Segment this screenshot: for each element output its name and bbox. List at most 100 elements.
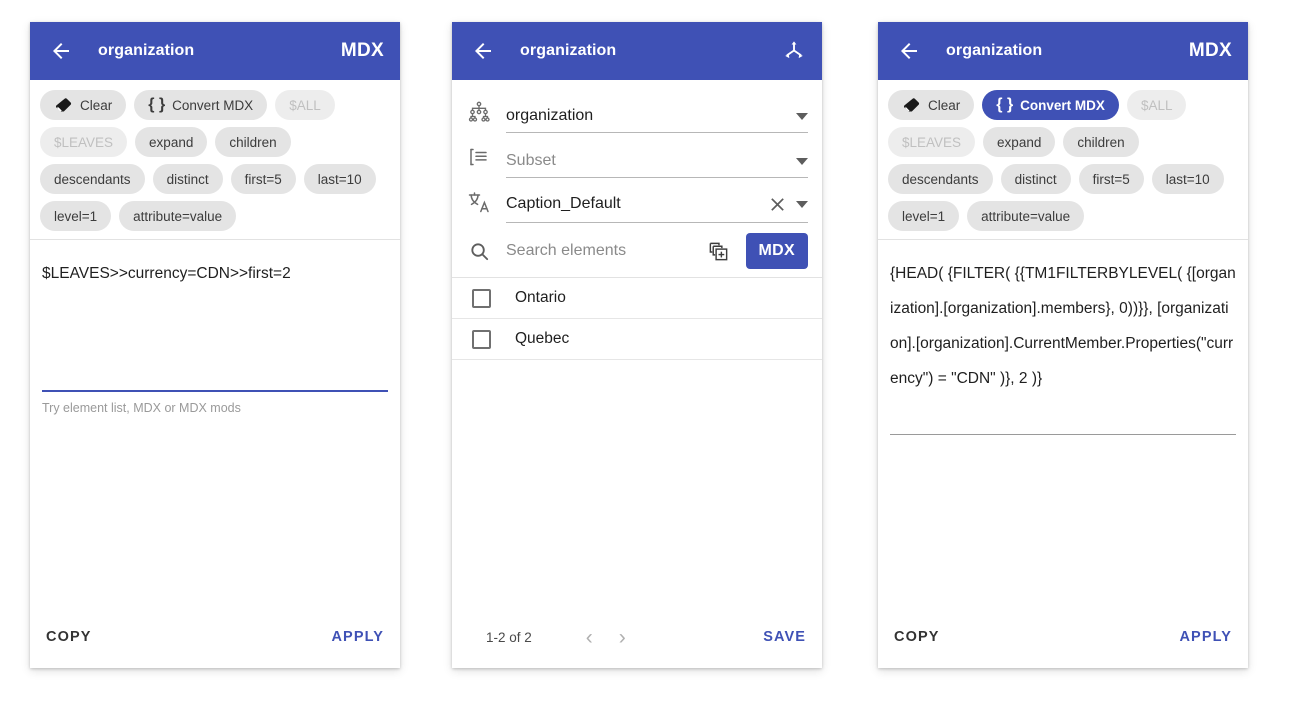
result-appbar: organization MDX [878, 22, 1248, 80]
chip-all[interactable]: $ALL [1126, 90, 1187, 120]
copy-button[interactable]: COPY [894, 629, 940, 645]
chip-label: Clear [80, 97, 113, 113]
alias-field[interactable]: Caption_Default [506, 193, 808, 223]
subset-value: Subset [506, 152, 556, 169]
chip-label: attribute=value [981, 208, 1071, 224]
appbar-mdx-action[interactable]: MDX [1189, 40, 1232, 62]
chip-row: descendants distinct first=5 last=10 [888, 164, 1238, 194]
chip-label: first=5 [244, 171, 282, 187]
appbar-mdx-action[interactable]: MDX [341, 40, 384, 62]
chip-row: level=1 attribute=value [888, 201, 1238, 231]
chip-row: descendants distinct first=5 last=10 [40, 164, 390, 194]
chip-row: $LEAVES expand children [888, 127, 1238, 157]
picker-selectors: organization Subset Caption_Default [452, 80, 822, 223]
copy-button[interactable]: COPY [46, 629, 92, 645]
dimension-selector-row: organization [466, 88, 808, 133]
chip-row: $LEAVES expand children [40, 127, 390, 157]
mdx-editor-panel: organization MDX Clear { } Convert MDX $… [30, 22, 400, 668]
arrow-back-icon[interactable] [46, 36, 76, 66]
chevron-left-icon[interactable]: ‹ [586, 627, 593, 648]
chip-first[interactable]: first=5 [1078, 164, 1144, 194]
arrow-back-icon[interactable] [468, 36, 498, 66]
page-range-label: 1-2 of 2 [486, 629, 532, 645]
eraser-icon [902, 96, 921, 115]
result-expression-area: {HEAD( {FILTER( {{TM1FILTERBYLEVEL( {[or… [878, 240, 1248, 606]
dimension-field[interactable]: organization [506, 107, 808, 133]
screen-root: organization MDX Clear { } Convert MDX $… [0, 0, 1289, 702]
chip-leaves[interactable]: $LEAVES [40, 127, 128, 157]
chip-expand[interactable]: expand [135, 127, 208, 157]
chip-distinct[interactable]: distinct [1000, 164, 1071, 194]
hierarchy-icon [466, 99, 492, 125]
chip-leaves[interactable]: $LEAVES [888, 127, 976, 157]
chip-level[interactable]: level=1 [888, 201, 960, 231]
page-title: organization [98, 42, 195, 59]
chip-level[interactable]: level=1 [40, 201, 112, 231]
subset-field[interactable]: Subset [506, 152, 808, 178]
chip-descendants[interactable]: descendants [40, 164, 145, 194]
subset-selector-row: Subset [466, 133, 808, 178]
chip-clear[interactable]: Clear [888, 90, 975, 120]
expression-input[interactable]: {HEAD( {FILTER( {{TM1FILTERBYLEVEL( {[or… [890, 256, 1236, 428]
chip-label: Convert MDX [172, 97, 254, 113]
list-item[interactable]: Ontario [452, 278, 822, 319]
element-label: Quebec [515, 330, 570, 347]
chip-row: level=1 attribute=value [40, 201, 390, 231]
element-list: Ontario Quebec [452, 277, 822, 606]
chip-convert-mdx[interactable]: { } Convert MDX [982, 90, 1119, 120]
list-item[interactable]: Quebec [452, 319, 822, 360]
chip-label: Convert MDX [1020, 97, 1105, 113]
chevron-down-icon[interactable] [796, 157, 808, 165]
chip-attribute[interactable]: attribute=value [119, 201, 237, 231]
chevron-right-icon[interactable]: › [619, 627, 626, 648]
mdx-mode-button[interactable]: MDX [745, 233, 808, 269]
expression-text: $LEAVES>>currency=CDN>>first=2 [42, 265, 291, 282]
chip-label: expand [997, 134, 1042, 150]
element-label: Ontario [515, 289, 566, 306]
chevron-down-icon[interactable] [796, 200, 808, 208]
expression-input[interactable]: $LEAVES>>currency=CDN>>first=2 [42, 256, 388, 384]
chip-label: distinct [166, 171, 209, 187]
copy-add-icon[interactable] [706, 238, 732, 264]
chip-clear[interactable]: Clear [40, 90, 127, 120]
chip-last[interactable]: last=10 [303, 164, 376, 194]
expression-hint: Try element list, MDX or MDX mods [42, 401, 241, 415]
expression-text: {HEAD( {FILTER( {{TM1FILTERBYLEVEL( {[or… [890, 265, 1236, 387]
element-checkbox[interactable] [472, 288, 491, 308]
dimension-axes-icon[interactable] [782, 39, 806, 63]
picker-appbar: organization [452, 22, 822, 80]
chip-row: Clear { } Convert MDX $ALL [888, 90, 1238, 120]
chip-label: first=5 [1092, 171, 1130, 187]
arrow-back-icon[interactable] [894, 36, 924, 66]
chip-row: Clear { } Convert MDX $ALL [40, 90, 390, 120]
editor-chip-toolbar: Clear { } Convert MDX $ALL $LEAVES expan… [30, 80, 400, 240]
chip-label: level=1 [54, 208, 98, 224]
alias-selector-row: Caption_Default [466, 178, 808, 223]
close-icon[interactable] [766, 193, 788, 215]
chip-convert-mdx[interactable]: { } Convert MDX [134, 90, 268, 120]
chip-distinct[interactable]: distinct [152, 164, 223, 194]
dimension-value: organization [506, 107, 594, 124]
eraser-icon [54, 96, 73, 115]
subset-list-icon [466, 144, 492, 170]
element-checkbox[interactable] [472, 329, 491, 349]
apply-button[interactable]: APPLY [331, 629, 384, 645]
chip-label: descendants [902, 171, 979, 187]
chip-all[interactable]: $ALL [275, 90, 335, 120]
chip-expand[interactable]: expand [983, 127, 1056, 157]
search-input[interactable]: Search elements [506, 242, 692, 260]
save-button[interactable]: SAVE [763, 629, 806, 645]
chevron-down-icon[interactable] [796, 112, 808, 120]
chip-last[interactable]: last=10 [1151, 164, 1224, 194]
paginator: 1-2 of 2 ‹ › SAVE [452, 606, 822, 668]
chip-attribute[interactable]: attribute=value [967, 201, 1085, 231]
chip-first[interactable]: first=5 [230, 164, 296, 194]
chip-children[interactable]: children [1063, 127, 1139, 157]
chip-label: $LEAVES [54, 134, 114, 150]
chip-descendants[interactable]: descendants [888, 164, 993, 194]
apply-button[interactable]: APPLY [1179, 629, 1232, 645]
result-footer: COPY APPLY [878, 606, 1248, 668]
translate-icon [466, 189, 492, 215]
chip-label: last=10 [1165, 171, 1210, 187]
chip-children[interactable]: children [215, 127, 291, 157]
